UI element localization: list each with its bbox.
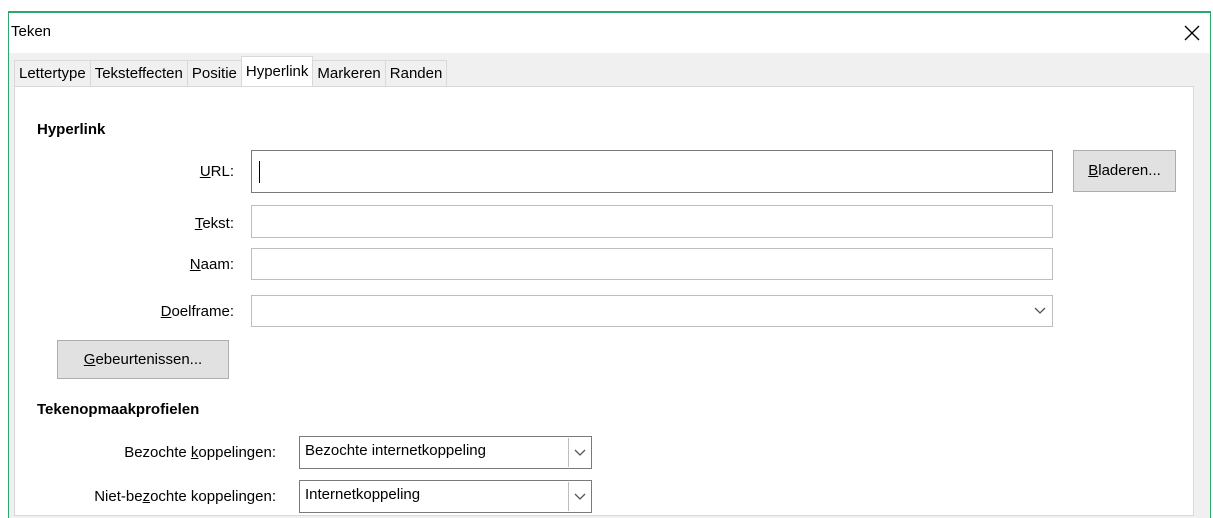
chevron-down-icon[interactable] <box>1029 297 1051 325</box>
tab-hyperlink[interactable]: Hyperlink <box>240 56 314 86</box>
tab-lettertype[interactable]: Lettertype <box>14 60 91 86</box>
tab-positie[interactable]: Positie <box>186 60 242 86</box>
title-bar: Teken <box>9 13 1210 53</box>
tab-bar: Lettertype Teksteffecten Positie Hyperli… <box>14 56 448 86</box>
text-caret <box>259 161 260 183</box>
tab-panel-hyperlink: Hyperlink URL: Bladeren... Tekst: Naam: … <box>14 86 1194 516</box>
tab-markeren[interactable]: Markeren <box>312 60 386 86</box>
chevron-down-icon[interactable] <box>568 482 590 511</box>
window-title: Teken <box>11 23 52 40</box>
visited-links-label: Bezochte koppelingen: <box>124 444 276 461</box>
section-title-char-styles: Tekenopmaakprofielen <box>37 401 200 418</box>
section-title-hyperlink: Hyperlink <box>37 121 106 138</box>
tab-randen[interactable]: Randen <box>384 60 448 86</box>
url-input[interactable] <box>251 150 1053 193</box>
target-frame-label: Doelframe: <box>160 303 234 320</box>
visited-links-select[interactable]: Bezochte internetkoppeling <box>299 436 592 469</box>
browse-button[interactable]: Bladeren... <box>1073 150 1176 192</box>
name-label: Naam: <box>189 256 234 273</box>
unvisited-links-select[interactable]: Internetkoppeling <box>299 480 592 513</box>
text-input[interactable] <box>251 205 1053 238</box>
chevron-down-icon[interactable] <box>568 438 590 467</box>
events-button[interactable]: Gebeurtenissen... <box>57 340 229 379</box>
tab-teksteffecten[interactable]: Teksteffecten <box>89 60 188 86</box>
name-input[interactable] <box>251 248 1053 280</box>
close-icon[interactable] <box>1180 21 1204 45</box>
text-label: Tekst: <box>194 215 234 232</box>
target-frame-select[interactable] <box>251 295 1053 327</box>
url-label: URL: <box>199 163 234 180</box>
unvisited-links-label: Niet-bezochte koppelingen: <box>94 488 276 505</box>
